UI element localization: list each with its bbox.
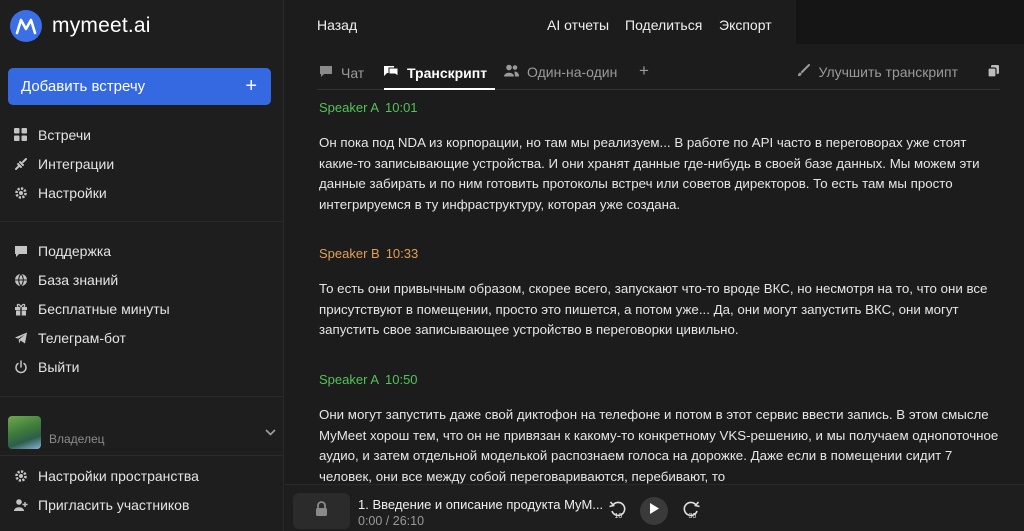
- recording-title: 1. Введение и описание продукта MyM...: [358, 497, 604, 512]
- logo-icon: [10, 10, 42, 42]
- divider: [0, 221, 284, 222]
- sidebar-item-invite-members[interactable]: Пригласить участников: [0, 490, 284, 519]
- lock-icon: [315, 501, 328, 521]
- active-tab-indicator: [384, 88, 495, 90]
- tab-chat[interactable]: Чат: [319, 64, 364, 81]
- sidebar-item-knowledge-base[interactable]: База знаний: [0, 265, 284, 294]
- plus-icon: +: [639, 61, 649, 80]
- sidebar-item-free-minutes[interactable]: Бесплатные минуты: [0, 294, 284, 323]
- audio-player: 1. Введение и описание продукта MyM... 0…: [285, 484, 1024, 531]
- sidebar-item-label: Телеграм-бот: [38, 329, 126, 346]
- logo[interactable]: mymeet.ai: [10, 10, 151, 42]
- play-button[interactable]: [640, 497, 668, 525]
- speaker-line: Speaker B 10:33: [319, 246, 999, 261]
- sidebar-item-label: Выйти: [38, 358, 80, 375]
- sidebar-item-support[interactable]: Поддержка: [0, 236, 284, 265]
- sidebar-item-label: Настройки пространства: [38, 467, 199, 484]
- main-panel: Назад AI отчеты Поделиться Экспорт Чат Т…: [285, 0, 1024, 531]
- sidebar-item-label: Пригласить участников: [38, 496, 190, 513]
- transcript-segment: Speaker A 10:50 Они могут запустить даже …: [319, 372, 999, 487]
- globe-icon: [13, 272, 28, 287]
- sidebar-item-label: База знаний: [38, 271, 119, 288]
- sidebar-item-label: Интеграции: [38, 155, 115, 172]
- lock-button[interactable]: [293, 493, 350, 529]
- tab-bar: Чат Транскрипт Один-на-один + Улучшить т…: [317, 58, 1000, 90]
- speaker-name[interactable]: Speaker B: [319, 246, 380, 261]
- tab-label: Транскрипт: [407, 64, 488, 81]
- gear-icon: [13, 468, 28, 483]
- sidebar-item-logout[interactable]: Выйти: [0, 352, 284, 381]
- improve-transcript-button[interactable]: Улучшить транскрипт: [797, 64, 958, 80]
- timestamp[interactable]: 10:33: [386, 246, 419, 261]
- workspace-switcher[interactable]: Владелец: [8, 412, 276, 452]
- user-plus-icon: [13, 497, 28, 512]
- sidebar-item-label: Бесплатные минуты: [38, 300, 170, 317]
- sidebar: mymeet.ai Добавить встречу + Встречи Инт…: [0, 0, 284, 531]
- topbar: Назад AI отчеты Поделиться Экспорт: [285, 0, 1024, 50]
- rewind-label: 10: [615, 513, 623, 519]
- transcript-icon: [383, 64, 399, 81]
- workspace-role: Владелец: [49, 432, 105, 446]
- forward-label: 30: [689, 513, 697, 519]
- power-icon: [13, 359, 28, 374]
- users-icon: [504, 64, 519, 80]
- speaker-name[interactable]: Speaker A: [319, 100, 379, 115]
- rewind-10-button[interactable]: 10: [608, 499, 628, 519]
- sidebar-item-label: Настройки: [38, 184, 107, 201]
- divider: [0, 455, 284, 456]
- brush-icon: [797, 64, 811, 80]
- tab-transcript[interactable]: Транскрипт: [383, 64, 487, 81]
- transcript-text: Они могут запустить даже свой диктофон н…: [319, 407, 999, 484]
- sidebar-item-meetings[interactable]: Встречи: [0, 120, 284, 149]
- bottom-nav: Настройки пространства Пригласить участн…: [0, 461, 284, 519]
- gift-icon: [13, 301, 28, 316]
- sidebar-item-telegram-bot[interactable]: Телеграм-бот: [0, 323, 284, 352]
- workspace-avatar: [8, 415, 41, 449]
- tab-label: Чат: [341, 64, 365, 81]
- copy-icon[interactable]: [987, 64, 1000, 83]
- play-icon: [648, 502, 660, 520]
- forward-30-button[interactable]: 30: [681, 499, 701, 519]
- telegram-icon: [13, 330, 28, 345]
- gear-icon: [13, 185, 28, 200]
- export-link[interactable]: Экспорт: [719, 17, 772, 33]
- share-link[interactable]: Поделиться: [625, 17, 702, 33]
- timestamp[interactable]: 10:01: [385, 100, 418, 115]
- ai-reports-link[interactable]: AI отчеты: [547, 17, 609, 33]
- app-name: mymeet.ai: [52, 14, 151, 37]
- timestamp[interactable]: 10:50: [385, 372, 418, 387]
- sidebar-item-workspace-settings[interactable]: Настройки пространства: [0, 461, 284, 490]
- divider: [0, 396, 284, 397]
- playback-time: 0:00 / 26:10: [358, 514, 425, 528]
- improve-transcript-label: Улучшить транскрипт: [818, 64, 958, 80]
- tab-label: Один-на-один: [527, 64, 618, 80]
- secondary-nav: Поддержка База знаний Бесплатные минуты …: [0, 236, 284, 381]
- transcript-text: Он пока под NDA из корпорации, но там мы…: [319, 135, 980, 212]
- chat-icon: [13, 243, 28, 258]
- speaker-line: Speaker A 10:01: [319, 100, 999, 115]
- back-link[interactable]: Назад: [317, 17, 357, 33]
- transcript-segment: Speaker A 10:01 Он пока под NDA из корпор…: [319, 100, 999, 215]
- add-meeting-label: Добавить встречу: [21, 78, 146, 95]
- sidebar-item-settings[interactable]: Настройки: [0, 178, 284, 207]
- tab-one-on-one[interactable]: Один-на-один: [504, 64, 617, 80]
- speaker-name[interactable]: Speaker A: [319, 372, 379, 387]
- speaker-line: Speaker A 10:50: [319, 372, 999, 387]
- chevron-down-icon: [265, 425, 276, 439]
- topbar-placeholder: [796, 0, 1024, 44]
- sidebar-item-label: Встречи: [38, 126, 91, 143]
- grid-icon: [13, 127, 28, 142]
- plus-icon: +: [245, 75, 257, 97]
- plug-icon: [13, 156, 28, 171]
- add-meeting-button[interactable]: Добавить встречу +: [8, 68, 271, 105]
- transcript-segment: Speaker B 10:33 То есть они привычным обр…: [319, 246, 999, 341]
- add-tab-button[interactable]: +: [639, 61, 649, 81]
- sidebar-item-label: Поддержка: [38, 242, 112, 259]
- sidebar-item-integrations[interactable]: Интеграции: [0, 149, 284, 178]
- transcript-text: То есть они привычным образом, скорее вс…: [319, 281, 988, 337]
- chat-icon: [319, 64, 333, 81]
- primary-nav: Встречи Интеграции Настройки: [0, 120, 284, 207]
